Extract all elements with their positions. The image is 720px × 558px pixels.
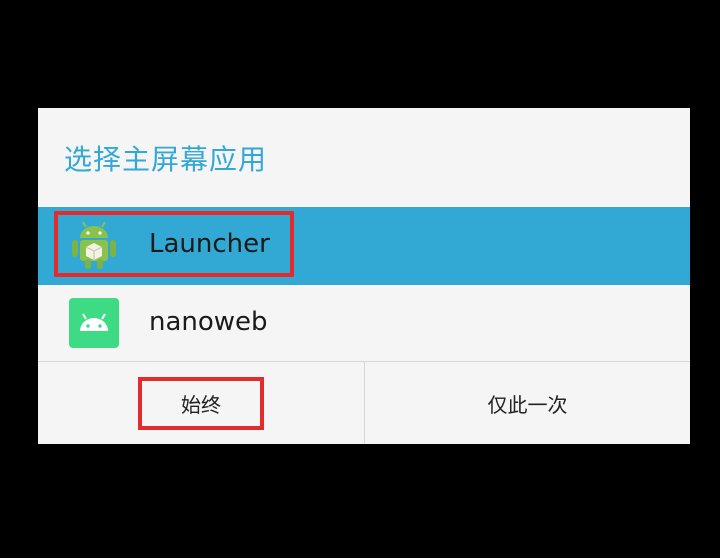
- app-item-launcher[interactable]: Launcher: [38, 207, 690, 285]
- dialog-title: 选择主屏幕应用: [64, 143, 268, 176]
- app-label-nanoweb: nanoweb: [149, 307, 268, 337]
- just-once-button[interactable]: 仅此一次: [365, 362, 690, 444]
- always-button[interactable]: 始终: [38, 362, 364, 444]
- home-app-chooser-dialog: 选择主屏幕应用 Launcher nanoweb 始终 仅此一次: [38, 108, 690, 444]
- annotation-highlight-launcher: [54, 211, 294, 277]
- app-item-nanoweb[interactable]: nanoweb: [38, 285, 690, 363]
- android-app-icon: [68, 297, 120, 349]
